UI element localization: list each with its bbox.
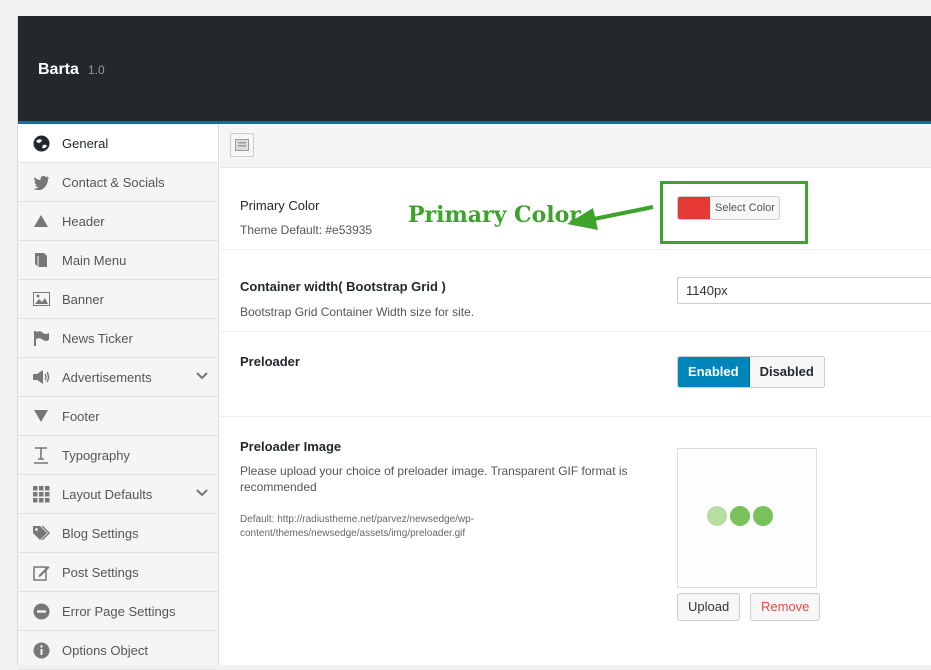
edit-icon xyxy=(32,563,50,581)
container-width-desc: Bootstrap Grid Container Width size for … xyxy=(240,305,475,319)
preloader-image-default: Default: http://radiustheme.net/parvez/n… xyxy=(240,514,475,539)
triangle-up-icon xyxy=(32,212,50,230)
preloader-row: Preloader Enabled Disabled xyxy=(220,332,931,417)
sidebar-item-typography[interactable]: Typography xyxy=(18,436,218,475)
container-width-input[interactable]: 1140px xyxy=(677,277,931,304)
sidebar-item-label: News Ticker xyxy=(62,330,133,346)
sidebar-item-options-object[interactable]: Options Object xyxy=(18,631,218,670)
info-icon xyxy=(32,641,50,659)
sidebar-item-post-settings[interactable]: Post Settings xyxy=(18,553,218,592)
remove-button[interactable]: Remove xyxy=(750,593,821,621)
book-icon xyxy=(32,251,50,269)
sidebar-item-layout-defaults[interactable]: Layout Defaults xyxy=(18,475,218,514)
color-swatch xyxy=(678,197,710,219)
primary-color-label: Primary Color xyxy=(240,198,320,213)
settings-content: Primary Color Theme Default: #e53935 Pri… xyxy=(220,124,931,665)
upload-button[interactable]: Upload xyxy=(677,593,741,621)
sidebar-item-banner[interactable]: Banner xyxy=(18,280,218,319)
sidebar-item-error-page-settings[interactable]: Error Page Settings xyxy=(18,592,218,631)
select-color-button[interactable]: Select Color xyxy=(677,196,780,220)
sidebar-item-footer[interactable]: Footer xyxy=(18,397,218,436)
preloader-disabled-button[interactable]: Disabled xyxy=(749,357,824,387)
primary-color-desc: Theme Default: #e53935 xyxy=(240,223,373,237)
preloader-image-row: Preloader Image Please upload your choic… xyxy=(220,417,931,647)
preloader-enabled-button[interactable]: Enabled xyxy=(678,357,750,387)
megaphone-icon xyxy=(32,368,50,386)
sidebar-item-label: Options Object xyxy=(62,642,148,658)
app-title: Barta xyxy=(38,61,79,78)
sidebar-item-label: Footer xyxy=(62,408,100,424)
sidebar-item-label: Error Page Settings xyxy=(62,603,176,619)
no-entry-icon xyxy=(32,602,50,620)
preloader-label: Preloader xyxy=(240,354,300,369)
grid-icon xyxy=(32,485,50,503)
sidebar-item-advertisements[interactable]: Advertisements xyxy=(18,358,218,397)
sidebar-item-label: Main Menu xyxy=(62,252,127,268)
sidebar-item-contact-socials[interactable]: Contact & Socials xyxy=(18,163,218,202)
panel-header: Barta 1.0 xyxy=(18,16,931,121)
sidebar-item-header[interactable]: Header xyxy=(18,202,218,241)
primary-color-row: Primary Color Theme Default: #e53935 Pri… xyxy=(220,168,931,250)
container-width-label: Container width( Bootstrap Grid ) xyxy=(240,279,446,294)
sidebar-item-label: Blog Settings xyxy=(62,525,139,541)
text-icon xyxy=(32,446,50,464)
sidebar-item-label: Typography xyxy=(62,447,130,463)
sidebar: General Contact & Socials Header Main Me… xyxy=(18,124,219,670)
sidebar-item-main-menu[interactable]: Main Menu xyxy=(18,241,218,280)
globe-icon xyxy=(32,134,50,152)
tags-icon xyxy=(32,524,50,542)
chevron-down-icon[interactable] xyxy=(196,487,208,499)
image-icon xyxy=(32,290,50,308)
sidebar-item-news-ticker[interactable]: News Ticker xyxy=(18,319,218,358)
twitter-icon xyxy=(32,173,50,191)
flag-icon xyxy=(32,329,50,347)
preloader-image-desc: Please upload your choice of preloader i… xyxy=(240,464,628,494)
sidebar-item-label: Banner xyxy=(62,291,104,307)
annotation-arrow-icon xyxy=(567,205,654,230)
settings-panel: Barta 1.0 General Contact & Socials Head… xyxy=(17,16,931,670)
annotation-label: Primary Color xyxy=(408,202,581,228)
sidebar-item-label: General xyxy=(62,135,109,151)
sidebar-item-blog-settings[interactable]: Blog Settings xyxy=(18,514,218,553)
sidebar-item-general[interactable]: General xyxy=(18,124,218,163)
preloader-image-preview xyxy=(677,448,817,588)
sidebar-item-label: Post Settings xyxy=(62,564,139,580)
content-toolbar xyxy=(220,124,931,168)
chevron-down-icon[interactable] xyxy=(196,370,208,382)
sidebar-item-label: Contact & Socials xyxy=(62,174,165,190)
select-color-label: Select Color xyxy=(715,202,775,214)
sidebar-item-label: Layout Defaults xyxy=(62,486,153,502)
container-width-row: Container width( Bootstrap Grid ) Bootst… xyxy=(220,250,931,332)
list-icon xyxy=(235,139,249,151)
preloader-image-label: Preloader Image xyxy=(240,439,342,454)
preloader-dots-image xyxy=(707,506,773,526)
triangle-down-icon xyxy=(32,407,50,425)
sidebar-item-label: Advertisements xyxy=(62,369,152,385)
sidebar-item-label: Header xyxy=(62,213,105,229)
app-version: 1.0 xyxy=(88,63,105,77)
expand-options-button[interactable] xyxy=(230,133,254,157)
preloader-toggle: Enabled Disabled xyxy=(677,356,825,388)
